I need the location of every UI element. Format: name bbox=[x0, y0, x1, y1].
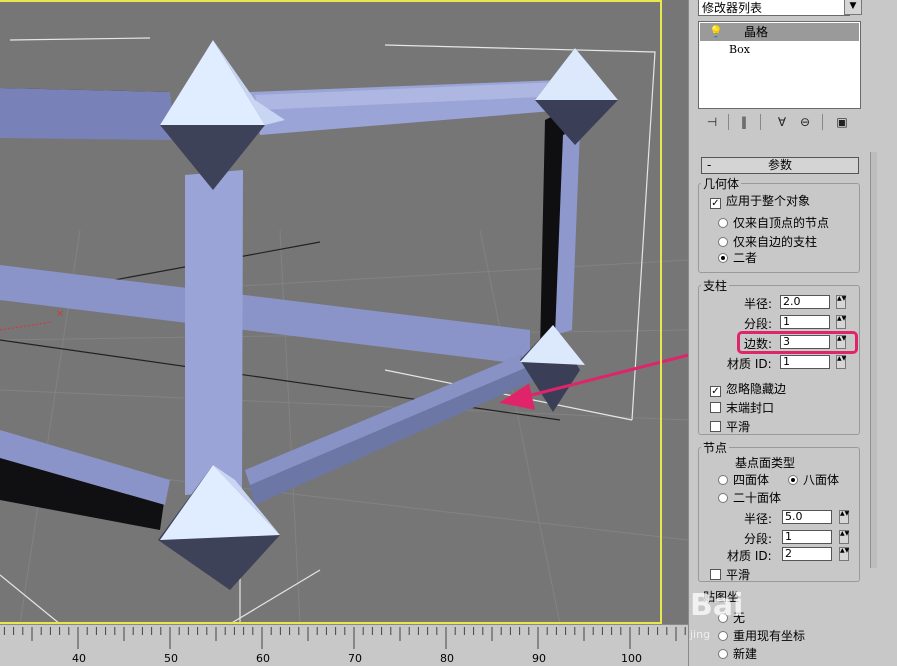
modifier-stack[interactable]: 💡 晶格 Box bbox=[698, 21, 861, 109]
radio-map-none[interactable]: 无 bbox=[718, 609, 745, 626]
collapse-icon: - bbox=[707, 158, 712, 172]
joint-matid-label: 材质 ID: bbox=[727, 549, 772, 563]
strut-sides-label: 边数: bbox=[744, 337, 773, 351]
strut-matid-label: 材质 ID: bbox=[727, 357, 772, 371]
remove-modifier-icon[interactable]: ⊖ bbox=[795, 112, 815, 132]
strut-smooth-checkbox[interactable]: 平滑 bbox=[710, 418, 750, 435]
dropdown-arrow-icon[interactable]: ▼ bbox=[844, 0, 862, 15]
ruler-label: 100 bbox=[621, 652, 642, 665]
radio-map-new[interactable]: 新建 bbox=[718, 645, 757, 662]
radio-octa[interactable]: 八面体 bbox=[788, 471, 839, 488]
strut-segments-label: 分段: bbox=[744, 317, 773, 331]
stack-toolbar: ⊣ ‖ ∀ ⊖ ▣ bbox=[698, 110, 868, 134]
radio-icosa[interactable]: 二十面体 bbox=[718, 489, 781, 506]
ruler-ticks bbox=[3, 627, 686, 649]
show-end-result-icon[interactable]: ‖ bbox=[734, 112, 754, 132]
joint-smooth-checkbox[interactable]: 平滑 bbox=[710, 566, 750, 583]
joint-segments-field[interactable]: 1 bbox=[782, 530, 832, 544]
lattice-scene: × bbox=[0, 37, 688, 624]
strut-segments-field[interactable]: 1 bbox=[780, 315, 830, 329]
radio-map-reuse[interactable]: 重用现有坐标 bbox=[718, 627, 805, 644]
struts-label: 支柱 bbox=[701, 277, 730, 294]
joint-radius-field[interactable]: 5.0 bbox=[782, 510, 832, 524]
ruler-label: 50 bbox=[164, 652, 178, 665]
time-ruler[interactable]: 40 50 60 70 80 90 100 bbox=[0, 624, 688, 666]
strut-sides-field[interactable]: 3 bbox=[780, 335, 830, 349]
ruler-label: 80 bbox=[440, 652, 454, 665]
pin-icon[interactable]: ⊣ bbox=[702, 112, 722, 132]
apply-whole-object-checkbox[interactable]: ✓ 应用于整个对象 bbox=[710, 192, 810, 209]
strut-sides-spinner[interactable]: ▲▼ bbox=[836, 335, 846, 349]
modifier-list-dropdown[interactable]: 修改器列表 bbox=[698, 0, 850, 16]
joint-segments-spinner[interactable]: ▲▼ bbox=[839, 530, 849, 544]
ignore-hidden-edges-checkbox[interactable]: ✓ 忽略隐藏边 bbox=[710, 380, 786, 397]
base-type-label: 基点面类型 bbox=[735, 456, 796, 470]
radio-both[interactable]: 二者 bbox=[718, 249, 757, 266]
strut-matid-field[interactable]: 1 bbox=[780, 355, 830, 369]
strut-radius-label: 半径: bbox=[744, 297, 773, 311]
parameters-rollout-header[interactable]: - 参数 bbox=[701, 157, 859, 174]
make-unique-icon[interactable]: ∀ bbox=[772, 112, 792, 132]
ruler-label: 70 bbox=[348, 652, 362, 665]
configure-sets-icon[interactable]: ▣ bbox=[832, 112, 852, 132]
joint-radius-label: 半径: bbox=[744, 512, 773, 526]
panel-scrollbar[interactable] bbox=[870, 152, 877, 568]
stack-item-box[interactable]: Box bbox=[729, 43, 750, 56]
mapping-label: 贴图坐 bbox=[701, 588, 742, 605]
perspective-viewport[interactable]: × bbox=[0, 0, 688, 624]
ruler-label: 60 bbox=[256, 652, 270, 665]
checkbox-box: ✓ bbox=[710, 198, 721, 209]
joints-label: 节点 bbox=[701, 439, 730, 456]
joint-segments-label: 分段: bbox=[744, 532, 773, 546]
joint-radius-spinner[interactable]: ▲▼ bbox=[839, 510, 849, 524]
modify-panel: 修改器列表 ▼ 💡 晶格 Box ⊣ ‖ ∀ ⊖ ▣ - 参数 几何体 ✓ 应用于… bbox=[688, 0, 897, 666]
joint-matid-field[interactable]: 2 bbox=[782, 547, 832, 561]
radio-tetra[interactable]: 四面体 bbox=[718, 471, 769, 488]
strut-radius-field[interactable]: 2.0 bbox=[780, 295, 830, 309]
svg-text:×: × bbox=[56, 309, 64, 319]
stack-item-label: 晶格 bbox=[744, 25, 769, 39]
ruler-label: 40 bbox=[72, 652, 86, 665]
radio-nodes-only[interactable]: 仅来自顶点的节点 bbox=[718, 214, 829, 231]
ruler-label: 90 bbox=[532, 652, 546, 665]
geometry-label: 几何体 bbox=[701, 175, 742, 192]
strut-matid-spinner[interactable]: ▲▼ bbox=[836, 355, 846, 369]
radio-struts-only[interactable]: 仅来自边的支柱 bbox=[718, 233, 817, 250]
stack-item-lattice[interactable]: 💡 晶格 bbox=[700, 23, 859, 41]
strut-radius-spinner[interactable]: ▲▼ bbox=[836, 295, 846, 309]
rollout-title: 参数 bbox=[767, 158, 792, 172]
strut-segments-spinner[interactable]: ▲▼ bbox=[836, 315, 846, 329]
end-caps-checkbox[interactable]: 末端封口 bbox=[710, 399, 774, 416]
joint-matid-spinner[interactable]: ▲▼ bbox=[839, 547, 849, 561]
lightbulb-icon[interactable]: 💡 bbox=[709, 23, 723, 41]
